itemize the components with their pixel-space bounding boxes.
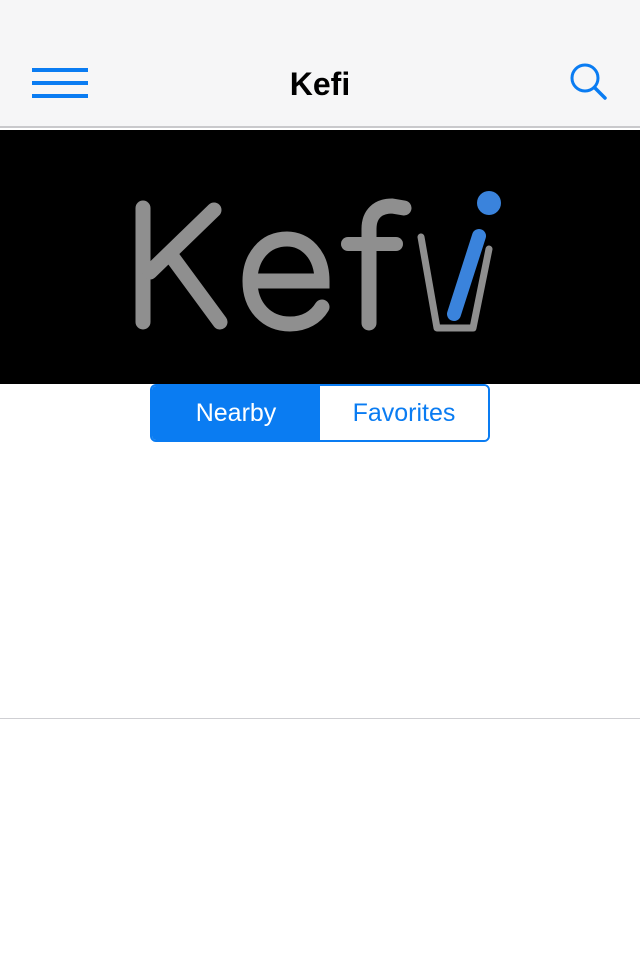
content-area [0,442,640,718]
menu-button[interactable] [28,60,92,106]
search-button[interactable] [560,58,616,108]
menu-icon-bar [32,68,88,72]
hero-banner [0,130,640,384]
navigation-bar: Kefi [0,0,640,128]
favorites-segment[interactable]: Favorites [320,386,488,440]
segmented-control: Nearby Favorites [150,384,490,442]
page-title: Kefi [289,66,351,102]
search-icon [570,63,607,100]
kefi-logo [135,191,501,332]
app-screen: Kefi Nearby Favorites [0,0,640,960]
menu-icon-bar [32,81,88,85]
nearby-segment[interactable]: Nearby [152,386,320,440]
divider [0,718,640,719]
menu-icon-bar [32,94,88,98]
